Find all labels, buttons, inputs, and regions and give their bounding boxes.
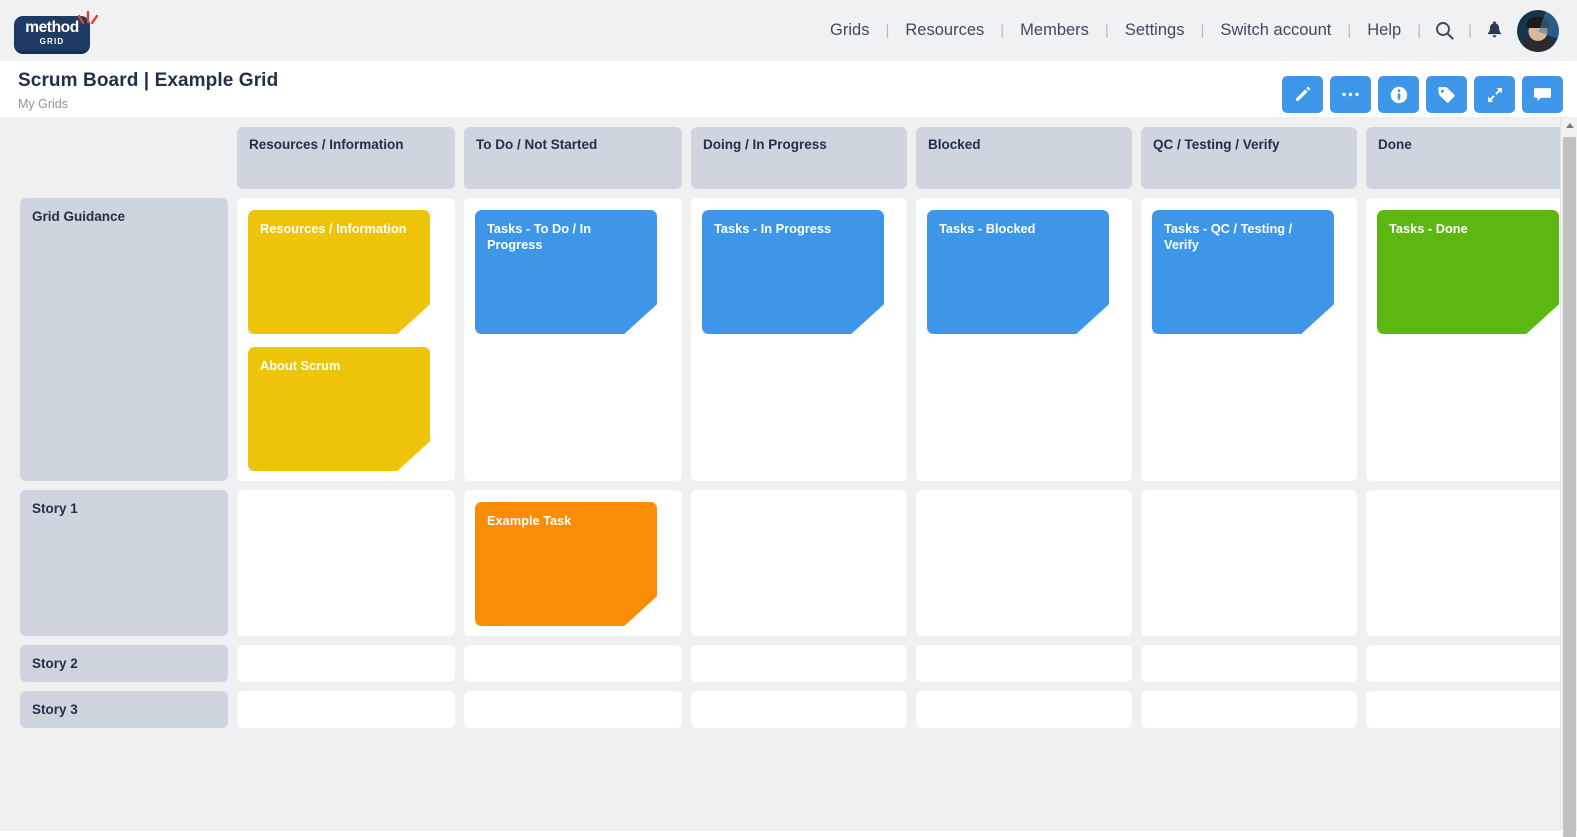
nav-item-settings[interactable]: Settings [1123, 21, 1187, 40]
scrum-board: Resources / Information To Do / Not Start… [0, 117, 1560, 831]
row-header-story-1[interactable]: Story 1 [20, 490, 228, 636]
element-card-label: About Scrum [260, 358, 341, 373]
column-header-resources-information[interactable]: Resources / Information [237, 127, 455, 189]
nav-separator: | [1468, 22, 1472, 39]
board-cell[interactable]: Tasks - In Progress [691, 198, 907, 481]
board-cell[interactable] [237, 645, 455, 682]
board-cell[interactable]: Tasks - Blocked [916, 198, 1132, 481]
column-header-to-do-not-started[interactable]: To Do / Not Started [464, 127, 682, 189]
element-card-tasks-in-progress[interactable]: Tasks - In Progress [702, 210, 884, 334]
spark-icon [77, 10, 99, 24]
method-grid-logo[interactable]: method GRID [14, 8, 106, 54]
element-card-example-task[interactable]: Example Task [475, 502, 657, 626]
board-cell[interactable] [691, 691, 907, 728]
search-icon[interactable] [1435, 21, 1454, 40]
element-card-tasks-blocked[interactable]: Tasks - Blocked [927, 210, 1109, 334]
tags-button[interactable] [1426, 76, 1467, 113]
board-cell[interactable]: Tasks - QC / Testing / Verify [1141, 198, 1357, 481]
scrollbar-thumb[interactable] [1563, 137, 1576, 837]
page-title: Scrum Board | Example Grid [18, 70, 279, 91]
column-header-qc-testing-verify[interactable]: QC / Testing / Verify [1141, 127, 1357, 189]
element-card-resources-information[interactable]: Resources / Information [248, 210, 430, 334]
primary-nav: Grids | Resources | Members | Settings |… [828, 9, 1559, 52]
info-icon [1390, 86, 1407, 103]
board-cell[interactable] [1366, 645, 1560, 682]
bell-icon[interactable] [1486, 21, 1503, 40]
column-header-done[interactable]: Done [1366, 127, 1560, 189]
element-card-about-scrum[interactable]: About Scrum [248, 347, 430, 471]
element-card-label: Tasks - In Progress [714, 221, 832, 236]
board-region: Resources / Information To Do / Not Start… [0, 117, 1577, 837]
element-card-label: Example Task [487, 513, 572, 528]
element-card-tasks-qc-testing-verify[interactable]: Tasks - QC / Testing / Verify [1152, 210, 1334, 334]
element-card-label: Tasks - Blocked [939, 221, 1036, 236]
avatar[interactable] [1517, 9, 1559, 52]
nav-item-help[interactable]: Help [1365, 21, 1403, 40]
column-header-blocked[interactable]: Blocked [916, 127, 1132, 189]
board-cell[interactable] [916, 691, 1132, 728]
logo-word-grid: GRID [39, 36, 65, 46]
board-cell[interactable] [1141, 490, 1357, 636]
board-cell[interactable] [1141, 645, 1357, 682]
breadcrumb[interactable]: My Grids [18, 97, 278, 111]
row-header-story-2[interactable]: Story 2 [20, 645, 228, 682]
more-button[interactable] [1330, 76, 1371, 113]
element-card-tasks-to-do-in-progress[interactable]: Tasks - To Do / In Progress [475, 210, 657, 334]
element-card-label: Tasks - QC / Testing / Verify [1164, 221, 1293, 252]
board-cell[interactable]: Tasks - Done [1366, 198, 1560, 481]
board-cell[interactable] [464, 691, 682, 728]
ellipsis-icon [1342, 92, 1359, 97]
expand-arrows-icon [1487, 87, 1502, 102]
element-card-label: Resources / Information [260, 221, 407, 236]
pencil-icon [1296, 86, 1311, 101]
grid-corner-cell [20, 127, 228, 189]
nav-item-grids[interactable]: Grids [828, 21, 871, 40]
board-cell[interactable] [237, 691, 455, 728]
board-cell[interactable] [691, 645, 907, 682]
info-button[interactable] [1378, 76, 1419, 113]
board-cell[interactable] [1366, 490, 1560, 636]
scroll-up-arrow-icon[interactable] [1561, 117, 1577, 134]
comment-icon [1534, 88, 1551, 101]
page-header: Scrum Board | Example Grid My Grids [0, 61, 1577, 117]
logo-word-method: method [25, 19, 79, 37]
comments-button[interactable] [1522, 76, 1563, 113]
nav-separator: | [1200, 22, 1205, 39]
row-header-story-3[interactable]: Story 3 [20, 691, 228, 728]
element-card-label: Tasks - Done [1389, 221, 1468, 236]
board-cell[interactable] [464, 645, 682, 682]
board-grid: Resources / Information To Do / Not Start… [0, 117, 1560, 728]
element-card-label: Tasks - To Do / In Progress [487, 221, 592, 252]
board-cell[interactable]: Tasks - To Do / In Progress [464, 198, 682, 481]
nav-item-switch-account[interactable]: Switch account [1218, 21, 1333, 40]
nav-separator: | [1347, 22, 1352, 39]
board-cell[interactable] [1366, 691, 1560, 728]
nav-separator: | [885, 22, 890, 39]
board-cell[interactable] [237, 490, 455, 636]
nav-item-resources[interactable]: Resources [903, 21, 986, 40]
board-cell[interactable] [691, 490, 907, 636]
board-cell[interactable]: Example Task [464, 490, 682, 636]
column-header-doing-in-progress[interactable]: Doing / In Progress [691, 127, 907, 189]
vertical-scrollbar[interactable] [1560, 117, 1577, 837]
element-card-tasks-done[interactable]: Tasks - Done [1377, 210, 1559, 334]
edit-button[interactable] [1282, 76, 1323, 113]
expand-button[interactable] [1474, 76, 1515, 113]
nav-separator: | [1104, 22, 1109, 39]
board-cell[interactable]: Resources / Information About Scrum [237, 198, 455, 481]
tag-icon [1438, 87, 1455, 103]
nav-separator: | [1417, 22, 1422, 39]
nav-separator: | [1000, 22, 1005, 39]
board-cell[interactable] [1141, 691, 1357, 728]
grid-action-toolbar [1282, 70, 1563, 113]
top-navigation-bar: method GRID Grids | Resources | Members … [0, 0, 1577, 61]
board-cell[interactable] [916, 490, 1132, 636]
row-header-grid-guidance[interactable]: Grid Guidance [20, 198, 228, 481]
nav-item-members[interactable]: Members [1018, 21, 1091, 40]
board-cell[interactable] [916, 645, 1132, 682]
